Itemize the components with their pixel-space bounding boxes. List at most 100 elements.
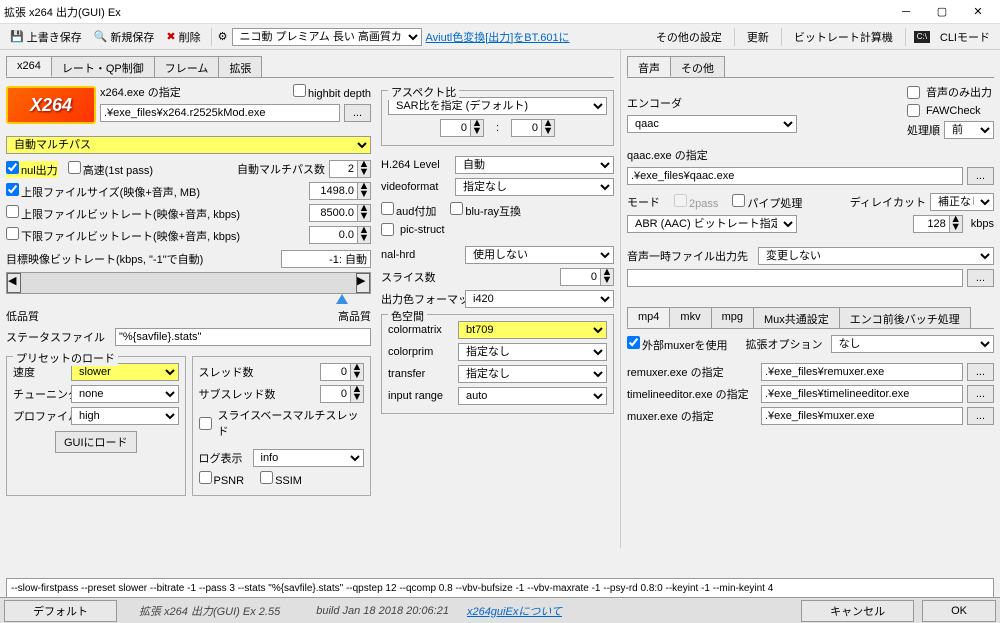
highbit-check-label[interactable]: highbit depth bbox=[293, 84, 371, 100]
sar-h-spin[interactable] bbox=[511, 119, 541, 137]
lower-bitrate-spin[interactable] bbox=[309, 226, 357, 244]
ext-muxer-check[interactable]: 外部muxerを使用 bbox=[627, 336, 728, 353]
about-link[interactable]: x264guiExについて bbox=[467, 603, 562, 619]
cli-mode-button[interactable]: CLIモード bbox=[936, 27, 994, 47]
nul-out-check[interactable]: nul出力 bbox=[6, 161, 58, 178]
close-button[interactable]: ✕ bbox=[960, 1, 996, 23]
subthread-label: サブスレッド数 bbox=[199, 386, 265, 402]
twopass-check[interactable]: 2pass bbox=[674, 194, 718, 210]
fast-1st-check[interactable]: 高速(1st pass) bbox=[68, 161, 153, 178]
qaac-exe-input[interactable] bbox=[627, 167, 963, 185]
preset-dropdown[interactable]: ニコ動 プレミアム 長い 高画質カスタムver bbox=[232, 28, 422, 46]
tab-frame[interactable]: フレーム bbox=[154, 56, 220, 77]
log-select[interactable]: info bbox=[253, 449, 365, 467]
upper-size-spin[interactable] bbox=[309, 182, 357, 200]
psnr-check[interactable]: PSNR bbox=[199, 471, 245, 487]
order-select[interactable]: 前 bbox=[944, 121, 994, 139]
h264-level-select[interactable]: 自動 bbox=[455, 156, 614, 174]
speed-label: 速度 bbox=[13, 364, 67, 380]
aud-check[interactable]: aud付加 bbox=[381, 202, 436, 219]
audio-temp-select[interactable]: 変更しない bbox=[758, 247, 994, 265]
maximize-button[interactable]: ▢ bbox=[924, 1, 960, 23]
profile-select[interactable]: high bbox=[71, 407, 179, 425]
slice-label: スライス数 bbox=[381, 269, 461, 285]
tab-rate-qp[interactable]: レート・QP制御 bbox=[51, 56, 155, 77]
audio-rate-spin[interactable] bbox=[913, 215, 949, 233]
slice-spin[interactable] bbox=[560, 268, 600, 286]
save-button[interactable]: 💾 上書き保存 bbox=[6, 27, 86, 47]
ok-button[interactable]: OK bbox=[922, 600, 996, 622]
multipass-spin[interactable] bbox=[329, 160, 357, 178]
subthread-spin[interactable] bbox=[320, 385, 350, 403]
browse-muxer-button[interactable]: ... bbox=[967, 407, 994, 425]
h264-level-label: H.264 Level bbox=[381, 159, 451, 171]
cancel-button[interactable]: キャンセル bbox=[801, 600, 914, 622]
slider-low-button[interactable]: ◀ bbox=[7, 273, 21, 293]
upper-size-check[interactable]: 上限ファイルサイズ(映像+音声, MB) bbox=[6, 183, 200, 200]
lower-bitrate-check[interactable]: 下限ファイルビットレート(映像+音声, kbps) bbox=[6, 227, 240, 244]
nalhrd-select[interactable]: 使用しない bbox=[465, 246, 614, 264]
fawcheck-check[interactable]: FAWCheck bbox=[907, 104, 994, 117]
audio-only-check[interactable]: 音声のみ出力 bbox=[907, 84, 994, 100]
default-button[interactable]: デフォルト bbox=[4, 600, 117, 622]
tab-mkv[interactable]: mkv bbox=[669, 307, 711, 328]
colormatrix-select[interactable]: bt709 bbox=[458, 321, 607, 339]
rate-mode-select[interactable]: ABR (AAC) ビットレート指定 bbox=[627, 215, 797, 233]
tab-other[interactable]: その他 bbox=[670, 56, 725, 77]
highbit-checkbox[interactable] bbox=[293, 84, 306, 97]
color-convert-link[interactable]: Aviutl色変換[出力]をBT.601に bbox=[426, 29, 570, 45]
browse-timeline-button[interactable]: ... bbox=[967, 385, 994, 403]
slice-thread-check[interactable]: スライスベースマルチスレッド bbox=[199, 407, 365, 439]
bitrate-calc-button[interactable]: ビットレート計算機 bbox=[790, 27, 897, 47]
tab-mpg[interactable]: mpg bbox=[711, 307, 754, 328]
x264-exe-path-input[interactable] bbox=[100, 104, 340, 122]
browse-x264-exe-button[interactable]: ... bbox=[344, 104, 371, 122]
new-save-button[interactable]: 🔍 新規保存 bbox=[90, 27, 159, 47]
update-button[interactable]: 更新 bbox=[743, 27, 773, 47]
transfer-label: transfer bbox=[388, 368, 454, 380]
encode-mode-select[interactable]: 自動マルチパス bbox=[6, 136, 371, 154]
transfer-select[interactable]: 指定なし bbox=[458, 365, 607, 383]
tab-x264[interactable]: x264 bbox=[6, 56, 52, 77]
quality-slider[interactable]: ◀ ▶ bbox=[6, 272, 371, 294]
minimize-button[interactable]: ─ bbox=[888, 1, 924, 23]
outcolor-select[interactable]: i420 bbox=[465, 290, 614, 308]
upper-bitrate-check[interactable]: 上限ファイルビットレート(映像+音声, kbps) bbox=[6, 205, 240, 222]
bluray-check[interactable]: blu-ray互換 bbox=[450, 202, 521, 219]
delay-select[interactable]: 補正なし bbox=[930, 193, 994, 211]
timeline-path-input[interactable] bbox=[761, 385, 963, 403]
videoformat-select[interactable]: 指定なし bbox=[455, 178, 614, 196]
target-bitrate-input[interactable] bbox=[281, 250, 371, 268]
footer: デフォルト 拡張 x264 出力(GUI) Ex 2.55 build Jan … bbox=[0, 597, 1000, 623]
tab-audio[interactable]: 音声 bbox=[627, 56, 671, 77]
tab-mux-common[interactable]: Mux共通設定 bbox=[753, 307, 840, 328]
low-quality-label: 低品質 bbox=[6, 308, 39, 324]
delete-button[interactable]: ✖ 削除 bbox=[162, 27, 204, 47]
tune-select[interactable]: none bbox=[71, 385, 179, 403]
gui-load-button[interactable]: GUIにロード bbox=[55, 431, 137, 453]
tab-ext[interactable]: 拡張 bbox=[218, 56, 262, 77]
upper-bitrate-spin[interactable] bbox=[309, 204, 357, 222]
browse-qaac-button[interactable]: ... bbox=[967, 167, 994, 185]
colorprim-select[interactable]: 指定なし bbox=[458, 343, 607, 361]
thread-spin[interactable] bbox=[320, 363, 350, 381]
ssim-check[interactable]: SSIM bbox=[260, 471, 302, 487]
slider-thumb[interactable] bbox=[336, 294, 348, 304]
input-range-select[interactable]: auto bbox=[458, 387, 607, 405]
remuxer-path-input[interactable] bbox=[761, 363, 963, 381]
ext-opt-select[interactable]: なし bbox=[831, 335, 994, 353]
sar-w-spin[interactable] bbox=[440, 119, 470, 137]
audio-temp-path-input[interactable] bbox=[627, 269, 963, 287]
browse-remuxer-button[interactable]: ... bbox=[967, 363, 994, 381]
other-settings-button[interactable]: その他の設定 bbox=[652, 27, 726, 47]
muxer-path-input[interactable] bbox=[761, 407, 963, 425]
colormatrix-label: colormatrix bbox=[388, 324, 454, 336]
tab-mp4[interactable]: mp4 bbox=[627, 307, 670, 328]
slider-high-button[interactable]: ▶ bbox=[356, 273, 370, 293]
pipe-check[interactable]: パイプ処理 bbox=[732, 194, 802, 211]
tab-batch[interactable]: エンコ前後バッチ処理 bbox=[839, 307, 971, 328]
browse-audio-temp-button[interactable]: ... bbox=[967, 269, 994, 287]
encoder-select[interactable]: qaac bbox=[627, 115, 797, 133]
stats-input[interactable] bbox=[115, 328, 371, 346]
picstruct-check[interactable]: pic-struct bbox=[381, 223, 614, 236]
